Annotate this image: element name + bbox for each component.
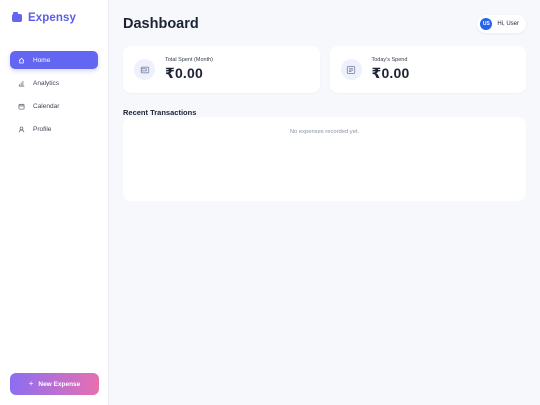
stat-text: Total Spent (Month) ₹0.00 — [165, 57, 213, 82]
main-content: Dashboard US Hi, User Total Spent (Month… — [109, 0, 540, 405]
brand[interactable]: Expensy — [12, 10, 98, 26]
stat-text: Today's Spend ₹0.00 — [372, 57, 410, 82]
user-icon — [18, 126, 25, 133]
topbar: Dashboard US Hi, User — [123, 14, 526, 34]
calendar-icon — [18, 103, 25, 110]
avatar: US — [480, 18, 493, 30]
new-expense-label: New Expense — [38, 380, 81, 388]
wallet-icon — [134, 59, 155, 80]
user-greeting: Hi, User — [497, 21, 519, 27]
stat-value: ₹0.00 — [371, 65, 410, 81]
sidebar-item-label: Calendar — [33, 102, 60, 110]
app-root: Expensy Home Analytics Calendar Profile … — [0, 0, 540, 405]
transactions-panel: No expenses recorded yet. — [123, 117, 526, 201]
page-title: Dashboard — [123, 16, 199, 32]
sidebar-item-calendar[interactable]: Calendar — [10, 97, 98, 115]
stat-label: Today's Spend — [371, 57, 408, 63]
stat-value: ₹0.00 — [165, 65, 203, 81]
new-expense-button[interactable]: + New Expense — [10, 373, 99, 395]
bar-chart-icon — [18, 80, 25, 87]
stat-card-today: Today's Spend ₹0.00 — [329, 46, 526, 93]
sidebar-item-analytics[interactable]: Analytics — [10, 74, 98, 92]
sidebar-item-label: Analytics — [33, 79, 60, 87]
receipt-icon — [340, 59, 362, 80]
sidebar-item-label: Profile — [33, 125, 52, 133]
sidebar-nav: Home Analytics Calendar Profile — [10, 51, 98, 138]
stat-card-total-month: Total Spent (Month) ₹0.00 — [123, 46, 320, 93]
stat-cards: Total Spent (Month) ₹0.00 Today's Spend … — [123, 46, 526, 93]
folder-icon — [12, 12, 22, 22]
sidebar-item-label: Home — [33, 56, 51, 64]
recent-transactions-title: Recent Transactions — [123, 108, 197, 117]
empty-state-message: No expenses recorded yet. — [289, 129, 360, 135]
plus-icon: + — [28, 379, 34, 388]
user-menu[interactable]: US Hi, User — [477, 15, 526, 33]
stat-label: Total Spent (Month) — [165, 57, 213, 63]
sidebar-item-profile[interactable]: Profile — [10, 120, 98, 138]
sidebar: Expensy Home Analytics Calendar Profile … — [0, 0, 109, 405]
brand-name: Expensy — [28, 12, 77, 24]
sidebar-item-home[interactable]: Home — [10, 51, 98, 69]
home-icon — [18, 57, 25, 64]
